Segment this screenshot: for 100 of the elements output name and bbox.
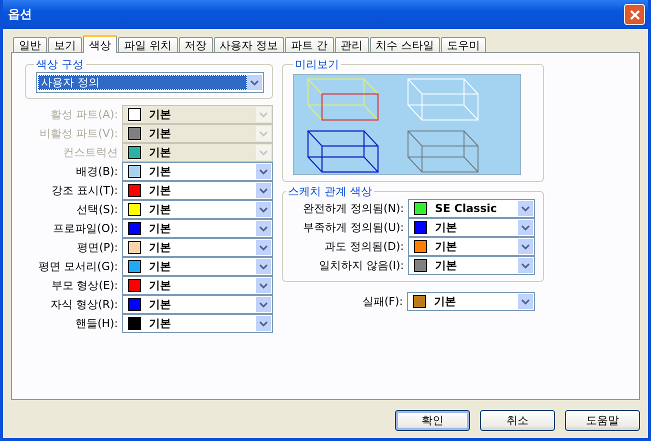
dropdown-button[interactable] [518,239,533,254]
color-label: 부족하게 정의됨(U): [302,220,405,235]
tab[interactable]: 색상 [83,35,117,53]
color-label: 평면 모서리(G): [38,259,119,274]
color-label: 과도 정의됨(D): [324,239,405,254]
dropdown-button[interactable] [256,278,271,293]
chevron-down-icon [259,150,268,156]
dropdown-button[interactable] [256,221,271,236]
chevron-down-icon [259,168,268,174]
dropdown-value: 기본 [149,145,172,160]
tab[interactable]: 저장 [178,37,212,52]
dropdown-value: 사용자 정의 [38,75,247,90]
dialog-button[interactable]: 도움말 [565,410,640,431]
tab[interactable]: 관리 [334,37,368,52]
chevron-down-icon [521,206,530,212]
dropdown-button[interactable] [518,201,533,216]
dropdown-value: 기본 [149,297,172,312]
chevron-down-icon [250,80,259,86]
chevron-down-icon [259,226,268,232]
window-title: 옵션 [8,6,32,23]
chevron-down-icon [521,224,530,230]
color-label: 강조 표시(T): [50,183,119,198]
color-dropdown[interactable]: 기본 [408,218,535,237]
color-label: 실패(F): [361,294,404,309]
color-scheme-dropdown[interactable]: 사용자 정의 [36,72,264,93]
color-dropdown[interactable]: 기본 [408,237,535,256]
color-label: 핸들(H): [74,316,119,331]
dropdown-value: 기본 [149,202,172,217]
color-dropdown[interactable]: 기본 [122,295,273,314]
color-dropdown[interactable]: 기본 [122,238,273,257]
dropdown-value: 기본 [434,294,457,309]
close-icon [628,8,640,20]
chevron-down-icon [521,244,530,250]
chevron-down-icon [259,188,268,194]
dropdown-value: 기본 [435,258,458,273]
close-button[interactable] [624,4,645,25]
dropdown-button[interactable] [247,75,262,90]
tab[interactable]: 파일 위치 [118,37,178,52]
color-dropdown[interactable]: 기본 [122,314,273,333]
color-label: 배경(B): [75,164,119,179]
tab[interactable]: 도우미 [441,37,486,52]
chevron-down-icon [521,298,530,304]
dropdown-value: 기본 [435,239,458,254]
group-label: 스케치 관계 색상 [287,184,373,199]
color-label: 평면(P): [76,240,119,255]
dropdown-button[interactable] [256,316,271,331]
dropdown-value: 기본 [149,107,172,122]
dropdown-value: 기본 [149,278,172,293]
tab[interactable]: 치수 스타일 [370,37,440,52]
color-dropdown[interactable]: 기본 [122,276,273,295]
chevron-down-icon [521,262,530,268]
dropdown-value: 기본 [149,126,172,141]
chevron-down-icon [259,244,268,250]
dropdown-button[interactable] [256,297,271,312]
dropdown-button[interactable] [256,240,271,255]
group-label: 색상 구성 [35,57,84,72]
color-dropdown[interactable]: 기본 [122,181,273,200]
chevron-down-icon [259,302,268,308]
color-dropdown[interactable]: 기본 [122,219,273,238]
chevron-down-icon [259,206,268,212]
dropdown-value: 기본 [149,183,172,198]
tab[interactable]: 일반 [13,37,47,52]
dropdown-value: 기본 [149,164,172,179]
dropdown-button[interactable] [256,259,271,274]
color-dropdown[interactable]: 기본 [407,292,535,311]
tab[interactable]: 파트 간 [285,37,334,52]
color-label: 비활성 파트(V): [38,126,119,141]
dropdown-value: 기본 [435,220,458,235]
color-label: 선택(S): [76,202,119,217]
dropdown-value: 기본 [149,316,172,331]
dropdown-button[interactable] [518,258,533,273]
color-label: 프로파일(O): [52,221,119,236]
dropdown-button[interactable] [518,220,533,235]
chevron-down-icon [259,282,268,288]
color-dropdown[interactable]: 기본 [408,256,535,275]
color-label: 자식 형상(R): [50,297,119,312]
color-dropdown[interactable]: 기본 [122,200,273,219]
dropdown-button[interactable] [256,183,271,198]
color-dropdown[interactable]: SE Classic [408,199,535,218]
dialog-button[interactable]: 확인 [395,410,470,431]
dropdown-value: 기본 [149,259,172,274]
color-label: 활성 파트(A): [50,107,119,122]
group-label: 미리보기 [294,57,340,72]
dropdown-button[interactable] [256,202,271,217]
dropdown-value: 기본 [149,240,172,255]
dialog-button[interactable]: 취소 [480,410,555,431]
dropdown-button[interactable] [256,164,271,179]
color-dropdown[interactable]: 기본 [122,257,273,276]
tab[interactable]: 사용자 정보 [214,37,284,52]
dropdown-button[interactable] [518,294,533,309]
color-label: 완전하게 정의됨(N): [302,201,405,216]
chevron-down-icon [259,320,268,326]
color-dropdown[interactable]: 기본 [122,162,273,181]
color-label: 컨스트럭션 [62,145,119,160]
tab[interactable]: 보기 [48,37,82,52]
color-label: 부모 형상(E): [50,278,119,293]
dropdown-value: 기본 [149,221,172,236]
chevron-down-icon [259,264,268,270]
chevron-down-icon [259,130,268,136]
color-label: 일치하지 않음(I): [318,258,405,273]
